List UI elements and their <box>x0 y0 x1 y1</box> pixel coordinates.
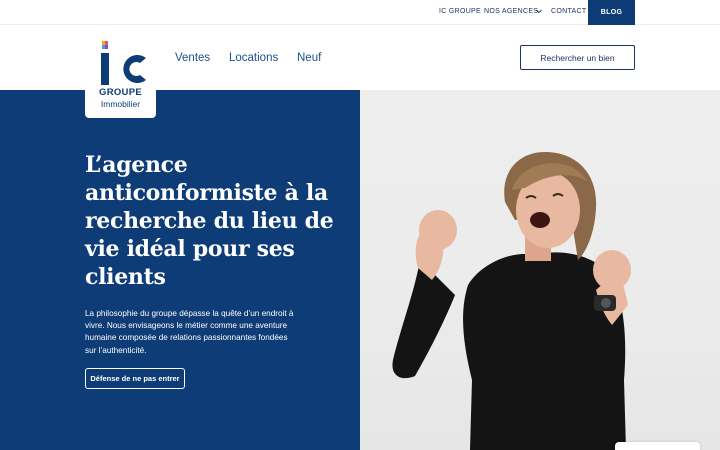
site-logo[interactable]: GROUPE Immobilier <box>85 33 156 118</box>
hero-person-illustration <box>392 152 631 450</box>
chevron-down-icon[interactable] <box>535 7 543 15</box>
top-utility-bar: IC GROUPE NOS AGENCES CONTACT BLOG <box>0 0 720 25</box>
nav-link-ventes[interactable]: Ventes <box>175 52 210 64</box>
topbar-link-nos-agences[interactable]: NOS AGENCES <box>484 8 538 15</box>
hero-photo <box>360 90 720 450</box>
topbar-link-contact[interactable]: CONTACT <box>551 8 586 15</box>
hero-cta-button[interactable]: Défense de ne pas entrer <box>85 368 185 389</box>
topbar-blog-button[interactable]: BLOG <box>588 0 635 25</box>
topbar-link-ic-groupe[interactable]: IC GROUPE <box>439 8 481 15</box>
logo-immobilier-text: Immobilier <box>100 99 141 109</box>
nav-link-neuf[interactable]: Neuf <box>297 52 321 64</box>
floating-card[interactable] <box>615 442 700 450</box>
logo-groupe-text: GROUPE <box>99 87 142 98</box>
search-property-button[interactable]: Rechercher un bien <box>520 45 635 70</box>
logo-mark <box>101 41 146 85</box>
hero-title: L’agence anticonformiste à la recherche … <box>85 152 334 290</box>
hero-description: La philosophie du groupe dépasse la quêt… <box>85 309 294 355</box>
nav-link-locations[interactable]: Locations <box>229 52 278 64</box>
logo-rainbow-accent <box>102 41 108 49</box>
